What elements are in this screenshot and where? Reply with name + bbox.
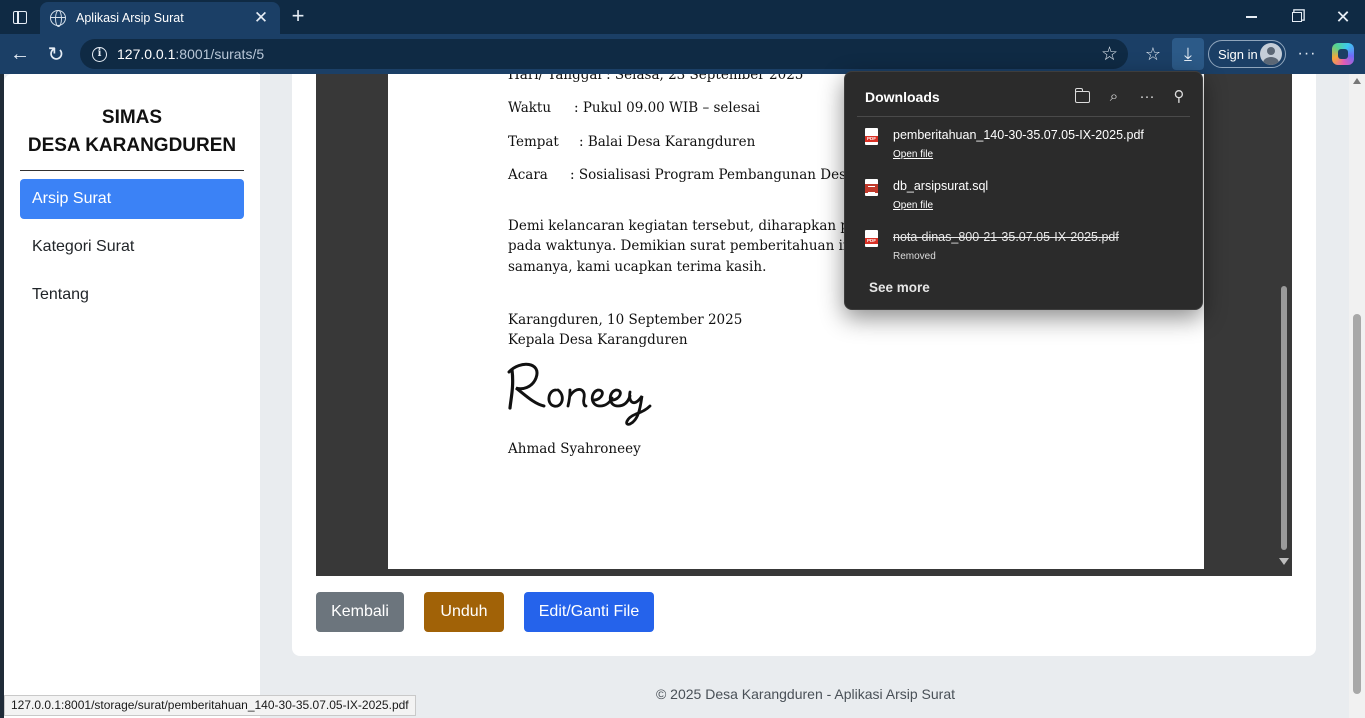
browser-toolbar: ← ↻ i 127.0.0.1:8001/surats/5 ☆ ☆ ⤓ Sign… xyxy=(0,34,1365,74)
url-path: :8001/surats/5 xyxy=(175,46,265,62)
favorite-star-icon[interactable]: ☆ xyxy=(1101,43,1118,66)
download-item[interactable]: PDF pemberitahuan_140-30-35.07.05-IX-202… xyxy=(845,124,1202,172)
download-item[interactable]: db_arsipsurat.sql Open file xyxy=(845,175,1202,223)
url-host: 127.0.0.1 xyxy=(117,46,176,62)
scroll-down-arrow-icon[interactable] xyxy=(1279,558,1289,565)
download-button[interactable]: Unduh xyxy=(424,592,504,632)
event-row: Acara : Sosialisasi Program Pembangunan D… xyxy=(508,167,874,183)
link-status-bar: 127.0.0.1:8001/storage/surat/pemberitahu… xyxy=(4,695,416,716)
pin-icon[interactable]: ⚲ xyxy=(1167,86,1191,108)
downloads-icon[interactable]: ⤓ xyxy=(1172,38,1204,70)
back-button[interactable]: Kembali xyxy=(316,592,404,632)
brand-line-1: SIMAS xyxy=(101,107,163,128)
scroll-up-arrow-icon[interactable] xyxy=(1353,78,1361,84)
globe-icon xyxy=(50,10,66,27)
download-file-name: pemberitahuan_140-30-35.07.05-IX-2025.pd… xyxy=(893,128,1144,142)
search-icon[interactable]: ⌕ xyxy=(1102,86,1126,108)
site-info-icon[interactable]: i xyxy=(92,46,107,62)
tab-actions-icon[interactable] xyxy=(8,6,32,28)
time-row: Waktu : Pukul 09.00 WIB – selesai xyxy=(508,100,760,116)
minimize-button[interactable] xyxy=(1228,5,1274,29)
back-arrow-icon[interactable]: ← xyxy=(6,40,34,68)
tab-title: Aplikasi Arsip Surat xyxy=(76,11,184,25)
favorites-icon[interactable]: ☆ xyxy=(1138,40,1168,68)
new-tab-icon[interactable]: + xyxy=(286,4,310,28)
paragraph-line-2: pada waktunya. Demikian surat pemberitah… xyxy=(508,238,881,254)
place-date: Karangduren, 10 September 2025 xyxy=(508,312,743,328)
signer-position: Kepala Desa Karangduren xyxy=(508,332,688,348)
event-label: Acara xyxy=(508,167,548,183)
close-window-button[interactable]: ✕ xyxy=(1320,5,1365,29)
open-file-link[interactable]: Open file xyxy=(893,200,933,211)
open-folder-icon[interactable] xyxy=(1070,86,1094,108)
place-value: : Balai Desa Karangduren xyxy=(579,134,756,150)
avatar xyxy=(1260,43,1282,65)
browser-titlebar: Aplikasi Arsip Surat ✕ + ✕ xyxy=(0,0,1365,34)
open-file-link[interactable]: Open file xyxy=(893,149,933,160)
page-scroll-thumb[interactable] xyxy=(1353,314,1361,694)
signer-name: Ahmad Syahroneey xyxy=(508,441,641,457)
page-footer: © 2025 Desa Karangduren - Aplikasi Arsip… xyxy=(655,686,956,702)
edit-file-button[interactable]: Edit/Ganti File xyxy=(524,592,654,632)
maximize-button[interactable] xyxy=(1274,5,1320,29)
paragraph-line-3: samanya, kami ucapkan terima kasih. xyxy=(508,259,767,275)
sign-in-label: Sign in xyxy=(1218,46,1258,62)
database-file-icon xyxy=(865,179,878,196)
more-options-icon[interactable]: ··· xyxy=(1292,40,1322,68)
downloads-panel: Downloads ⌕ ··· ⚲ PDF pemberitahuan_140-… xyxy=(844,71,1203,310)
sidebar: SIMAS DESA KARANGDUREN Arsip Surat Kateg… xyxy=(4,74,260,718)
removed-status: Removed xyxy=(893,251,936,262)
place-label: Tempat xyxy=(508,134,559,150)
sidebar-item-tentang[interactable]: Tentang xyxy=(20,275,244,315)
sidebar-item-arsip-surat[interactable]: Arsip Surat xyxy=(20,179,244,219)
close-tab-icon[interactable]: ✕ xyxy=(252,9,270,27)
download-item[interactable]: PDF nota-dinas_800-21-35.07.05-IX-2025.p… xyxy=(845,226,1202,274)
place-row: Tempat : Balai Desa Karangduren xyxy=(508,134,755,150)
signature-image xyxy=(507,362,652,426)
pdf-file-icon: PDF xyxy=(865,230,878,247)
paragraph-line-1: Demi kelancaran kegiatan tersebut, dihar… xyxy=(508,218,881,234)
brand-divider xyxy=(20,170,244,171)
download-file-name: nota-dinas_800-21-35.07.05-IX-2025.pdf xyxy=(893,230,1119,244)
see-more-link[interactable]: See more xyxy=(869,280,930,295)
sign-in-button[interactable]: Sign in xyxy=(1208,40,1286,68)
event-value: : Sosialisasi Program Pembangunan Desa T… xyxy=(570,167,875,183)
downloads-title: Downloads xyxy=(865,89,940,105)
pdf-file-icon: PDF xyxy=(865,128,878,145)
address-bar[interactable]: i 127.0.0.1:8001/surats/5 ☆ xyxy=(80,39,1128,69)
page-scrollbar[interactable] xyxy=(1349,74,1365,718)
pdf-scroll-thumb[interactable] xyxy=(1281,286,1287,550)
time-value: : Pukul 09.00 WIB – selesai xyxy=(574,100,761,116)
date-line: Hari/ Tanggal : Selasa, 23 September 202… xyxy=(508,74,804,83)
time-label: Waktu xyxy=(508,100,552,116)
brand-title: SIMAS DESA KARANGDUREN xyxy=(20,104,244,160)
more-options-icon[interactable]: ··· xyxy=(1135,86,1159,108)
download-file-name: db_arsipsurat.sql xyxy=(893,179,989,193)
sidebar-item-kategori-surat[interactable]: Kategori Surat xyxy=(20,227,244,267)
reload-icon[interactable]: ↻ xyxy=(42,40,70,68)
downloads-divider xyxy=(857,116,1190,117)
browser-tab[interactable]: Aplikasi Arsip Surat ✕ xyxy=(40,2,280,34)
brand-line-2: DESA KARANGDUREN xyxy=(27,135,237,156)
copilot-icon[interactable] xyxy=(1332,43,1354,65)
pdf-scrollbar[interactable] xyxy=(1276,74,1292,576)
